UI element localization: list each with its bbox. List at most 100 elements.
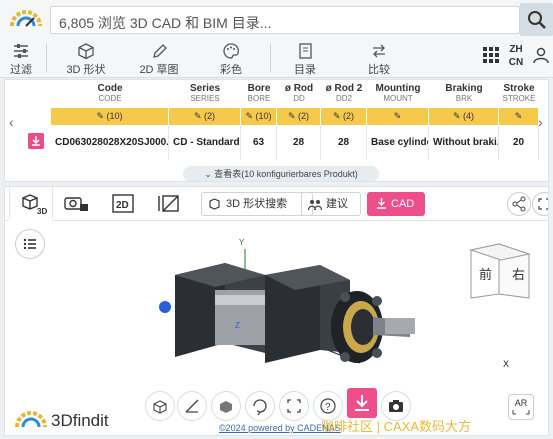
3d-shape-label: 3D 形状 [66, 64, 106, 76]
catalog-icon [299, 43, 312, 59]
tab-3d-view[interactable] [55, 187, 99, 221]
axis-x-label: X [503, 359, 510, 369]
ar-button[interactable]: AR [508, 394, 534, 420]
rotate-button[interactable] [245, 391, 275, 421]
column-header-code[interactable]: Code CODE [51, 80, 169, 108]
suggest-button[interactable]: 建议 [301, 192, 361, 216]
search-button[interactable] [520, 3, 553, 36]
filter-cell-bore[interactable]: ✎ (10) [241, 108, 277, 125]
download-icon [355, 395, 369, 411]
3d-shape-search-button[interactable]: 3D 形状搜索 [201, 192, 313, 216]
share-button[interactable] [507, 192, 531, 216]
wireframe-button[interactable] [145, 391, 175, 421]
table-cell-braking[interactable]: Without braki... [429, 126, 499, 160]
measure-tool-button[interactable] [177, 391, 207, 421]
filter-cell-braking[interactable]: ✎ (4) [429, 108, 499, 125]
people-icon [308, 200, 322, 211]
pencil-icon [153, 44, 167, 58]
filter-cell-rod2[interactable]: ✎ (2) [321, 108, 367, 125]
scroll-left-icon[interactable]: ‹ [9, 114, 14, 130]
cad-download-button[interactable]: CAD [367, 192, 425, 216]
language-bottom: CN [508, 57, 524, 68]
camera-cube-icon [64, 197, 88, 211]
ar-scan-icon [512, 410, 530, 415]
3dfindit-brand-logo-icon [15, 411, 47, 428]
table-cell-code[interactable]: CD063028028X20SJ000... [51, 126, 169, 160]
2d-sketch-button[interactable]: 2D 草图 [136, 40, 182, 78]
solid-view-button[interactable] [211, 391, 241, 421]
cylinder-3d-model[interactable] [145, 235, 425, 405]
view-table-button[interactable]: ⌄ 查看表(10 konfigurierbares Produkt) [183, 166, 379, 181]
ar-label: AR [514, 398, 528, 408]
tab-2d[interactable]: 2D [101, 187, 145, 221]
angle-measure-icon [185, 399, 199, 413]
column-header-rod[interactable]: ø Rod DD [277, 80, 321, 108]
color-button[interactable]: 彩色 [216, 40, 246, 78]
svg-text:2D: 2D [116, 200, 129, 211]
cube-search-icon [209, 198, 220, 210]
user-icon[interactable] [532, 46, 550, 64]
search-icon [528, 11, 546, 29]
search-bar: 6,805 浏览 3D CAD 和 BIM 目录... [0, 0, 553, 40]
fit-view-button[interactable] [279, 391, 309, 421]
download-icon [32, 136, 40, 146]
palette-icon [223, 43, 239, 59]
column-header-stroke[interactable]: Stroke STROKE [499, 80, 539, 108]
filter-cell-code[interactable]: ✎ (10) [51, 108, 169, 125]
search-input[interactable]: 6,805 浏览 3D CAD 和 BIM 目录... [50, 6, 520, 34]
column-header-bore[interactable]: Bore BORE [241, 80, 277, 108]
column-header-mounting[interactable]: Mounting MOUNT [367, 80, 429, 108]
compare-label: 比较 [368, 64, 390, 76]
solid-cube-icon [220, 401, 232, 413]
3dfindit-logo-icon[interactable] [8, 8, 44, 30]
toolbar-divider [270, 44, 271, 72]
view-cube[interactable] [467, 234, 537, 300]
filter-label: 过滤 [10, 64, 32, 76]
filter-cell-stroke[interactable]: ✎ [499, 108, 539, 125]
view-cube-front-label: 前 [479, 267, 493, 282]
suggest-label: 建议 [326, 198, 348, 210]
table-cell-rod[interactable]: 28 [277, 126, 321, 160]
axis-z-label: Z [235, 321, 240, 330]
cad-label: CAD [391, 198, 415, 210]
tab-3d[interactable]: 3D [9, 187, 53, 221]
share-icon [512, 196, 526, 212]
3d-shape-button[interactable]: 3D 形状 [64, 40, 108, 78]
filter-cell-series[interactable]: ✎ (2) [169, 108, 241, 125]
color-label: 彩色 [220, 64, 242, 76]
table-cell-series[interactable]: CD - Standard [169, 126, 241, 160]
svg-text:3D: 3D [37, 207, 47, 216]
table-cell-rod2[interactable]: 28 [321, 126, 367, 160]
axis-y-label: Y [239, 238, 245, 247]
menu-button[interactable] [15, 229, 45, 259]
catalog-button[interactable]: 目录 [290, 40, 320, 78]
fullscreen-button[interactable] [532, 192, 548, 216]
fit-frame-icon [287, 399, 301, 413]
measure-icon [158, 195, 179, 212]
viewer-download-button[interactable] [347, 388, 377, 418]
main-toolbar: 过滤 3D 形状 2D 草图 彩色 目录 比较 ZH CN [0, 40, 553, 78]
row-download-button[interactable] [28, 133, 44, 149]
compare-button[interactable]: 比较 [364, 40, 394, 78]
toolbar-divider [46, 44, 47, 72]
column-header-rod2[interactable]: ø Rod 2 DD2 [321, 80, 367, 108]
table-cell-mounting[interactable]: Base cylinder [367, 126, 429, 160]
language-selector[interactable]: ZH CN [508, 43, 524, 69]
apps-grid-icon[interactable] [482, 46, 500, 64]
catalog-label: 目录 [294, 64, 316, 76]
column-header-series[interactable]: Series SERIES [169, 80, 241, 108]
3d-viewer-panel: 3D 2D 3D 形状搜索 建议 CAD Y X Z 前 右 ? AR 3Dfi… [4, 186, 549, 436]
table-cell-stroke[interactable]: 20 [499, 126, 539, 160]
table-cell-bore[interactable]: 63 [241, 126, 277, 160]
filter-button[interactable]: 过滤 [6, 40, 36, 78]
column-header-braking[interactable]: Braking BRK [429, 80, 499, 108]
3d-shape-search-label: 3D 形状搜索 [226, 198, 288, 210]
tab-measure[interactable] [147, 187, 191, 221]
filter-cell-rod[interactable]: ✎ (2) [277, 108, 321, 125]
2d-icon: 2D [112, 194, 134, 213]
wireframe-cube-icon [153, 400, 167, 414]
rotate-icon [253, 399, 267, 416]
filter-cell-mounting[interactable]: ✎ [367, 108, 429, 125]
cube-icon [78, 43, 94, 60]
search-placeholder: 6,805 浏览 3D CAD 和 BIM 目录... [59, 15, 272, 31]
